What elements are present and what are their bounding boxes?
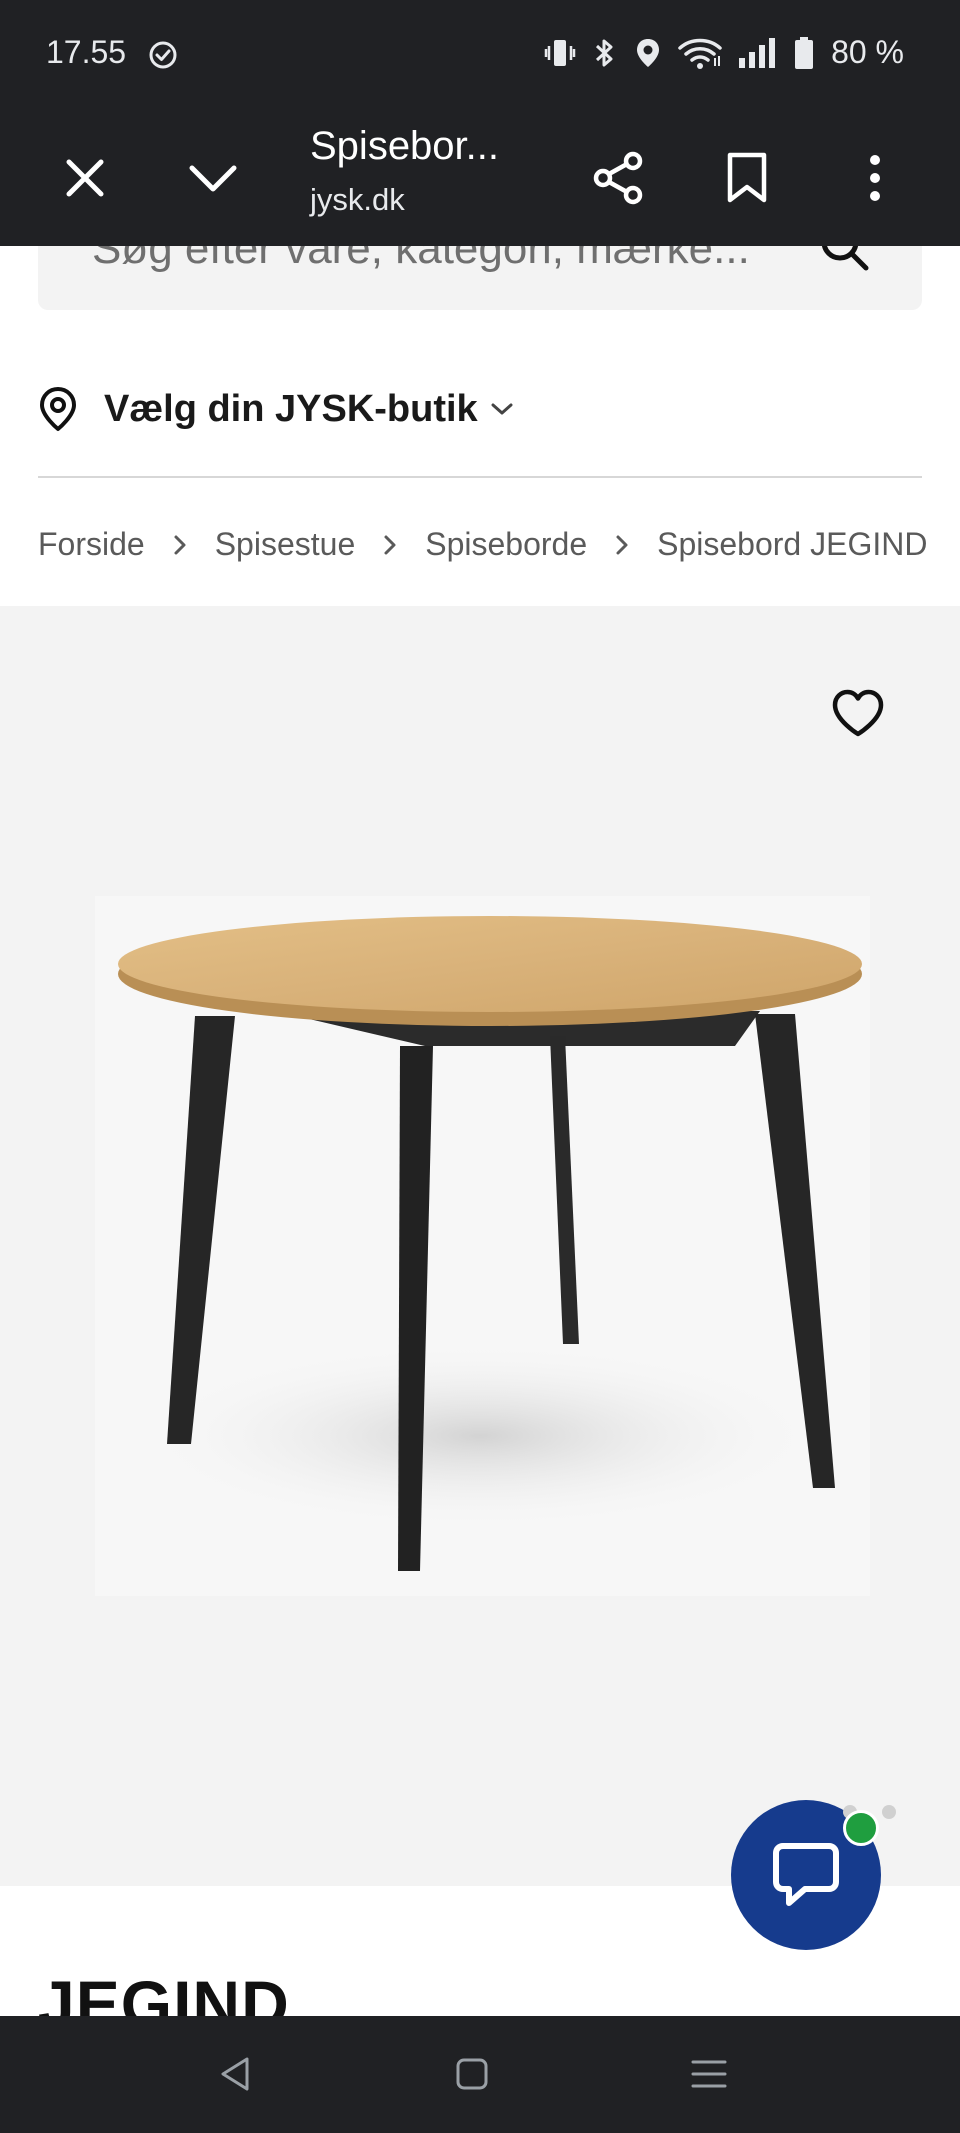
chevron-down-icon <box>189 165 237 192</box>
chevron-right-icon <box>383 534 397 556</box>
search-input[interactable]: Søg efter vare, kategori, mærke... <box>38 246 922 310</box>
product-image <box>95 896 870 1596</box>
breadcrumb: Forside Spisestue Spiseborde Spisebord J… <box>38 526 927 563</box>
status-time: 17.55 <box>46 34 127 70</box>
online-status-dot <box>843 1810 879 1846</box>
battery-icon <box>795 36 814 69</box>
share-icon <box>593 151 643 205</box>
breadcrumb-item-current: Spisebord JEGIND <box>657 526 928 562</box>
tab-url: jysk.dk <box>310 182 405 217</box>
page-content: Søg efter vare, kategori, mærke... Vælg … <box>0 246 960 2016</box>
store-label: Vælg din JYSK-butik <box>104 387 478 430</box>
product-title: JEGIND <box>38 1967 290 2016</box>
chat-bubble-icon <box>773 1843 839 1906</box>
minimize-button[interactable] <box>171 136 255 220</box>
chevron-down-icon <box>491 403 513 415</box>
close-icon <box>66 159 104 197</box>
back-triangle-icon <box>221 2057 249 2091</box>
location-icon <box>637 38 660 67</box>
check-circle-icon <box>149 41 177 69</box>
store-selector[interactable]: Vælg din JYSK-butik <box>38 364 922 454</box>
recents-lines-icon <box>691 2060 727 2088</box>
back-button[interactable] <box>190 2038 280 2110</box>
product-image-gallery[interactable] <box>0 606 960 1886</box>
chevron-right-icon <box>173 534 187 556</box>
home-button[interactable] <box>427 2038 517 2110</box>
browser-toolbar: Spisebor... jysk.dk <box>0 108 960 246</box>
more-vert-icon <box>870 155 880 201</box>
home-square-icon <box>456 2058 488 2090</box>
divider <box>38 476 922 478</box>
bluetooth-icon <box>596 39 613 66</box>
search-placeholder: Søg efter vare, kategori, mærke... <box>92 246 750 273</box>
bookmark-button[interactable] <box>705 136 789 220</box>
system-nav-bar <box>0 2016 960 2133</box>
wifi-icon <box>678 38 722 69</box>
chevron-right-icon <box>615 534 629 556</box>
bookmark-icon <box>727 152 767 203</box>
search-icon[interactable] <box>818 246 870 272</box>
close-button[interactable] <box>43 136 127 220</box>
share-button[interactable] <box>577 136 661 220</box>
heart-icon[interactable] <box>830 686 886 742</box>
status-icons: 80 % <box>543 34 904 71</box>
tab-title: Spisebor... <box>310 124 500 168</box>
vibrate-icon <box>544 39 576 66</box>
location-pin-icon <box>40 387 76 431</box>
breadcrumb-item-spisestue[interactable]: Spisestue <box>215 526 356 563</box>
signal-icon <box>739 37 776 68</box>
battery-percentage: 80 % <box>831 34 904 70</box>
page: 17.55 80 % Spisebor... jysk.dk Søg efter… <box>0 0 960 2133</box>
status-bar: 17.55 80 % <box>0 0 960 108</box>
recents-button[interactable] <box>664 2038 754 2110</box>
more-options-button[interactable] <box>833 136 917 220</box>
breadcrumb-item-spiseborde[interactable]: Spiseborde <box>425 526 587 563</box>
carousel-dot <box>882 1805 896 1819</box>
breadcrumb-item-forside[interactable]: Forside <box>38 526 145 563</box>
